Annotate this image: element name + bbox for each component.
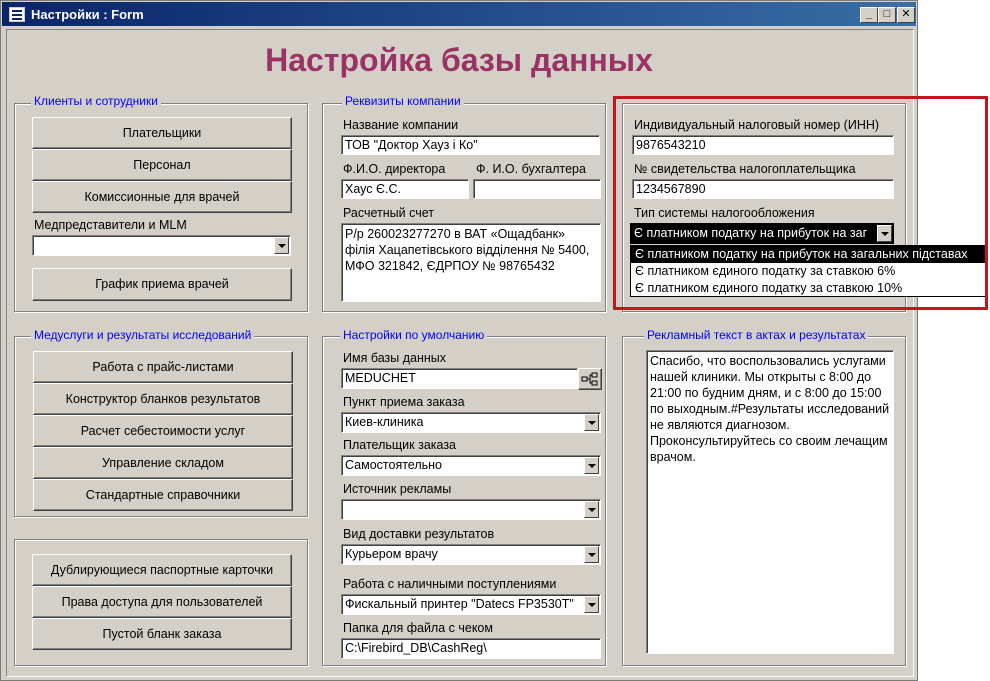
tree-icon xyxy=(581,372,598,386)
clients-legend: Клиенты и сотрудники xyxy=(31,94,161,108)
chevron-down-icon[interactable] xyxy=(584,414,599,431)
order-payer-label: Плательщик заказа xyxy=(343,438,457,452)
db-name-label: Имя базы данных xyxy=(343,351,446,365)
order-payer-value: Самостоятельно xyxy=(345,458,443,472)
company-name-input[interactable]: ТОВ "Доктор Хауз і Ко" xyxy=(341,135,600,155)
delivery-type-label: Вид доставки результатов xyxy=(343,527,495,541)
doctor-schedule-button[interactable]: График приема врачей xyxy=(32,268,292,301)
highlight-frame xyxy=(613,96,988,310)
med-reps-select[interactable] xyxy=(32,235,291,256)
delivery-type-value: Курьером врачу xyxy=(345,547,438,561)
director-label: Ф.И.О. директора xyxy=(343,162,446,176)
receipt-folder-label: Папка для файла с чеком xyxy=(343,621,493,635)
doctor-commission-button[interactable]: Комиссионные для врачей xyxy=(32,181,292,213)
director-input[interactable]: Хаус Є.С. xyxy=(341,179,469,199)
minimize-button[interactable]: _ xyxy=(860,7,878,23)
page-title: Настройка базы данных xyxy=(265,42,653,78)
ad-text-textarea[interactable]: Спасибо, что воспользовались услугами на… xyxy=(646,350,894,654)
price-lists-button[interactable]: Работа с прайс-листами xyxy=(33,351,293,383)
accountant-label: Ф. И.О. бухгалтера xyxy=(476,162,586,176)
cash-receipts-select[interactable]: Фискальный принтер "Datecs FP3530T" xyxy=(341,594,601,615)
delivery-type-select[interactable]: Курьером врачу xyxy=(341,544,601,565)
ad-source-label: Источник рекламы xyxy=(343,482,452,496)
order-point-value: Киев-клиника xyxy=(345,415,424,429)
duplicate-cards-button[interactable]: Дублирующиеся паспортные карточки xyxy=(32,554,292,586)
result-forms-builder-button[interactable]: Конструктор бланков результатов xyxy=(33,383,293,415)
order-point-select[interactable]: Киев-клиника xyxy=(341,412,601,433)
warehouse-button[interactable]: Управление складом xyxy=(33,447,293,479)
service-cost-button[interactable]: Расчет себестоимости услуг xyxy=(33,415,293,447)
blank-order-button[interactable]: Пустой бланк заказа xyxy=(32,618,292,650)
personnel-button[interactable]: Персонал xyxy=(32,149,292,181)
ad-text-legend: Рекламный текст в актах и результатах xyxy=(644,328,869,342)
form-icon xyxy=(9,7,25,22)
med-reps-label: Медпредставители и MLM xyxy=(34,218,187,232)
order-payer-select[interactable]: Самостоятельно xyxy=(341,455,601,476)
title-bar: Настройки : Form _ □ ✕ xyxy=(2,2,916,26)
maximize-button[interactable]: □ xyxy=(878,7,896,23)
defaults-legend: Настройки по умолчанию xyxy=(340,328,488,342)
accountant-input[interactable] xyxy=(473,179,601,199)
chevron-down-icon[interactable] xyxy=(584,596,599,613)
chevron-down-icon[interactable] xyxy=(274,237,289,254)
account-label: Расчетный счет xyxy=(343,206,434,220)
services-legend: Медуслуги и результаты исследований xyxy=(31,328,255,342)
window-title: Настройки : Form xyxy=(31,7,144,22)
company-name-label: Название компании xyxy=(343,118,459,132)
company-legend: Реквизиты компании xyxy=(342,94,464,108)
close-button[interactable]: ✕ xyxy=(897,7,915,23)
payers-button[interactable]: Плательщики xyxy=(32,117,292,149)
chevron-down-icon[interactable] xyxy=(584,546,599,563)
standard-references-button[interactable]: Стандартные справочники xyxy=(33,479,293,511)
chevron-down-icon[interactable] xyxy=(584,501,599,518)
receipt-folder-input[interactable]: C:\Firebird_DB\CashReg\ xyxy=(341,638,601,659)
db-browse-button[interactable] xyxy=(578,368,602,390)
chevron-down-icon[interactable] xyxy=(584,457,599,474)
db-name-input[interactable]: MEDUCHET xyxy=(341,368,578,389)
cash-receipts-label: Работа с наличными поступлениями xyxy=(343,577,557,591)
ad-source-select[interactable] xyxy=(341,499,601,520)
cash-receipts-value: Фискальный принтер "Datecs FP3530T" xyxy=(345,597,574,611)
user-permissions-button[interactable]: Права доступа для пользователей xyxy=(32,586,292,618)
account-textarea[interactable]: Р/р 260023277270 в ВАТ «Ощадбанк» філія … xyxy=(341,223,601,302)
order-point-label: Пункт приема заказа xyxy=(343,395,465,409)
